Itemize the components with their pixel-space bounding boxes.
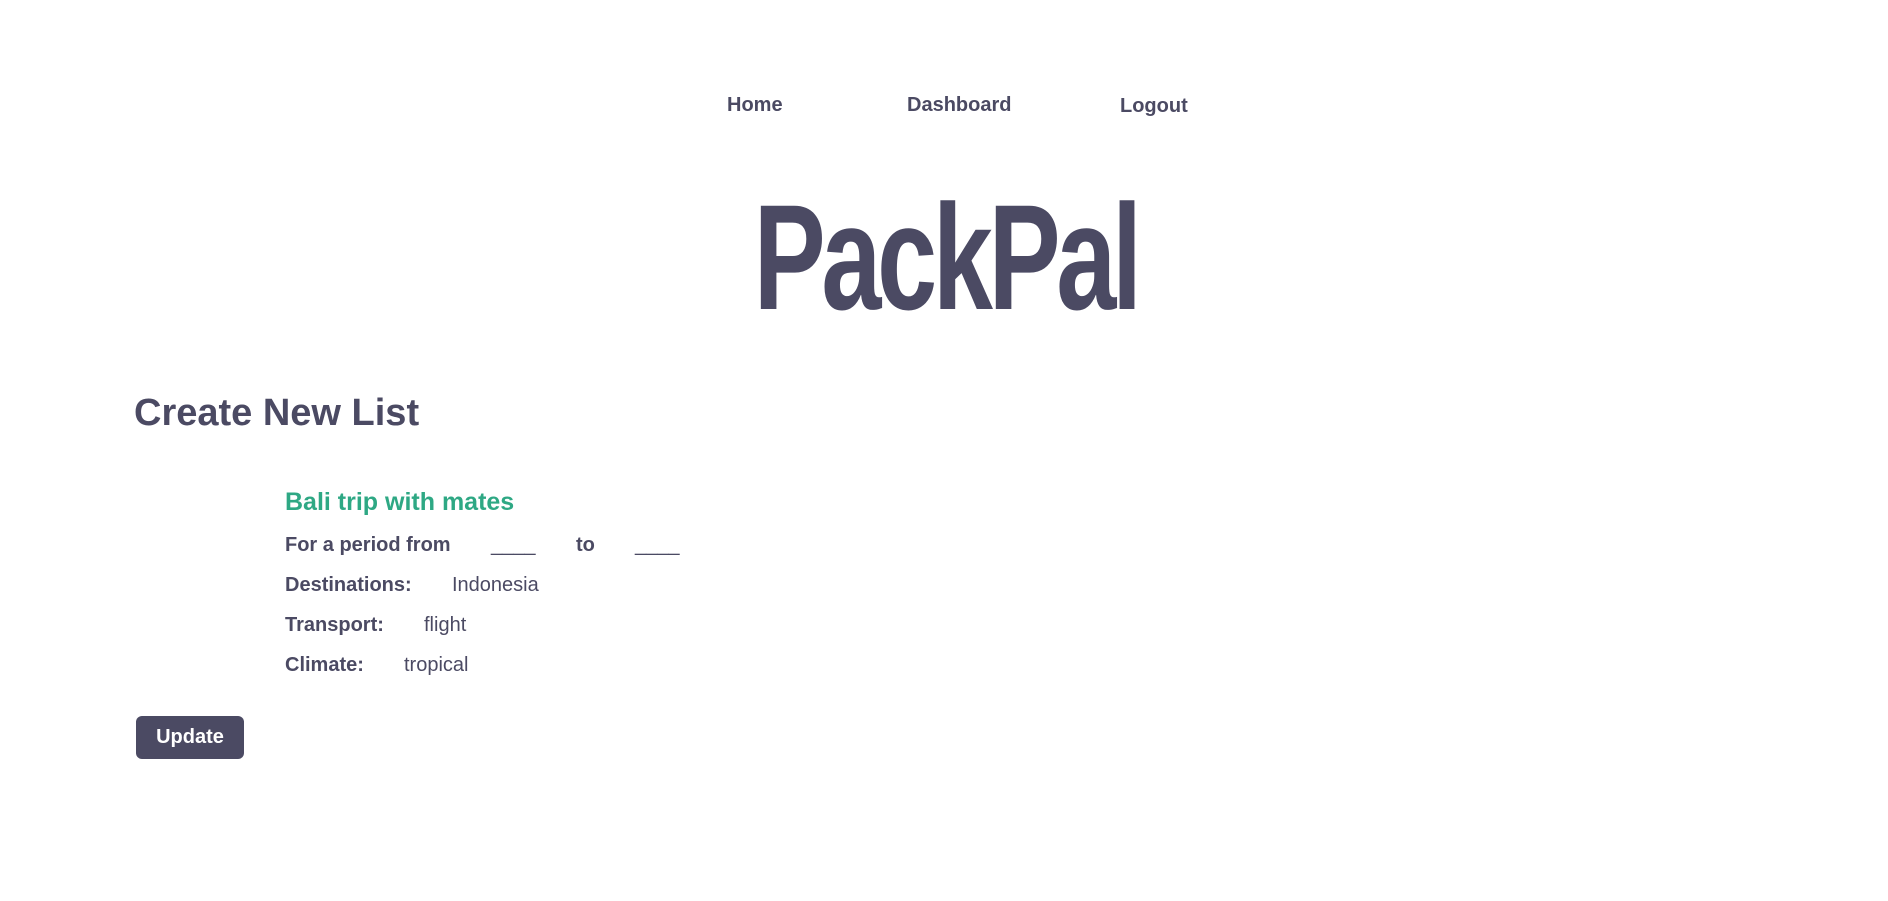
page-title: Create New List [134, 392, 420, 434]
list-summary: Bali trip with mates For a period from _… [285, 486, 885, 676]
nav-link-dashboard[interactable]: Dashboard [907, 94, 1011, 117]
transport-value: flight [424, 614, 467, 636]
nav-link-logout[interactable]: Logout [1120, 95, 1188, 118]
climate-row: Climate: tropical [285, 651, 468, 679]
nav-link-home[interactable]: Home [727, 94, 783, 117]
destinations-label: Destinations: [285, 574, 412, 596]
climate-label: Climate: [285, 654, 364, 676]
end-date: ____ [635, 534, 680, 556]
transport-row: Transport: flight [285, 611, 466, 639]
start-date: ____ [491, 534, 536, 556]
transport-label: Transport: [285, 614, 384, 636]
brand-logo: PackPal [753, 173, 1142, 341]
top-nav: Home Dashboard Logout [0, 94, 1888, 122]
destinations-row: Destinations: Indonesia [285, 571, 539, 599]
to-label: to [576, 534, 595, 556]
destinations-value: Indonesia [452, 574, 539, 596]
climate-value: tropical [404, 654, 469, 676]
list-name: Bali trip with mates [285, 488, 515, 516]
period-row: For a period from ____ to ____ [285, 531, 680, 559]
update-button[interactable]: Update [136, 716, 244, 759]
period-label: For a period from [285, 534, 451, 556]
